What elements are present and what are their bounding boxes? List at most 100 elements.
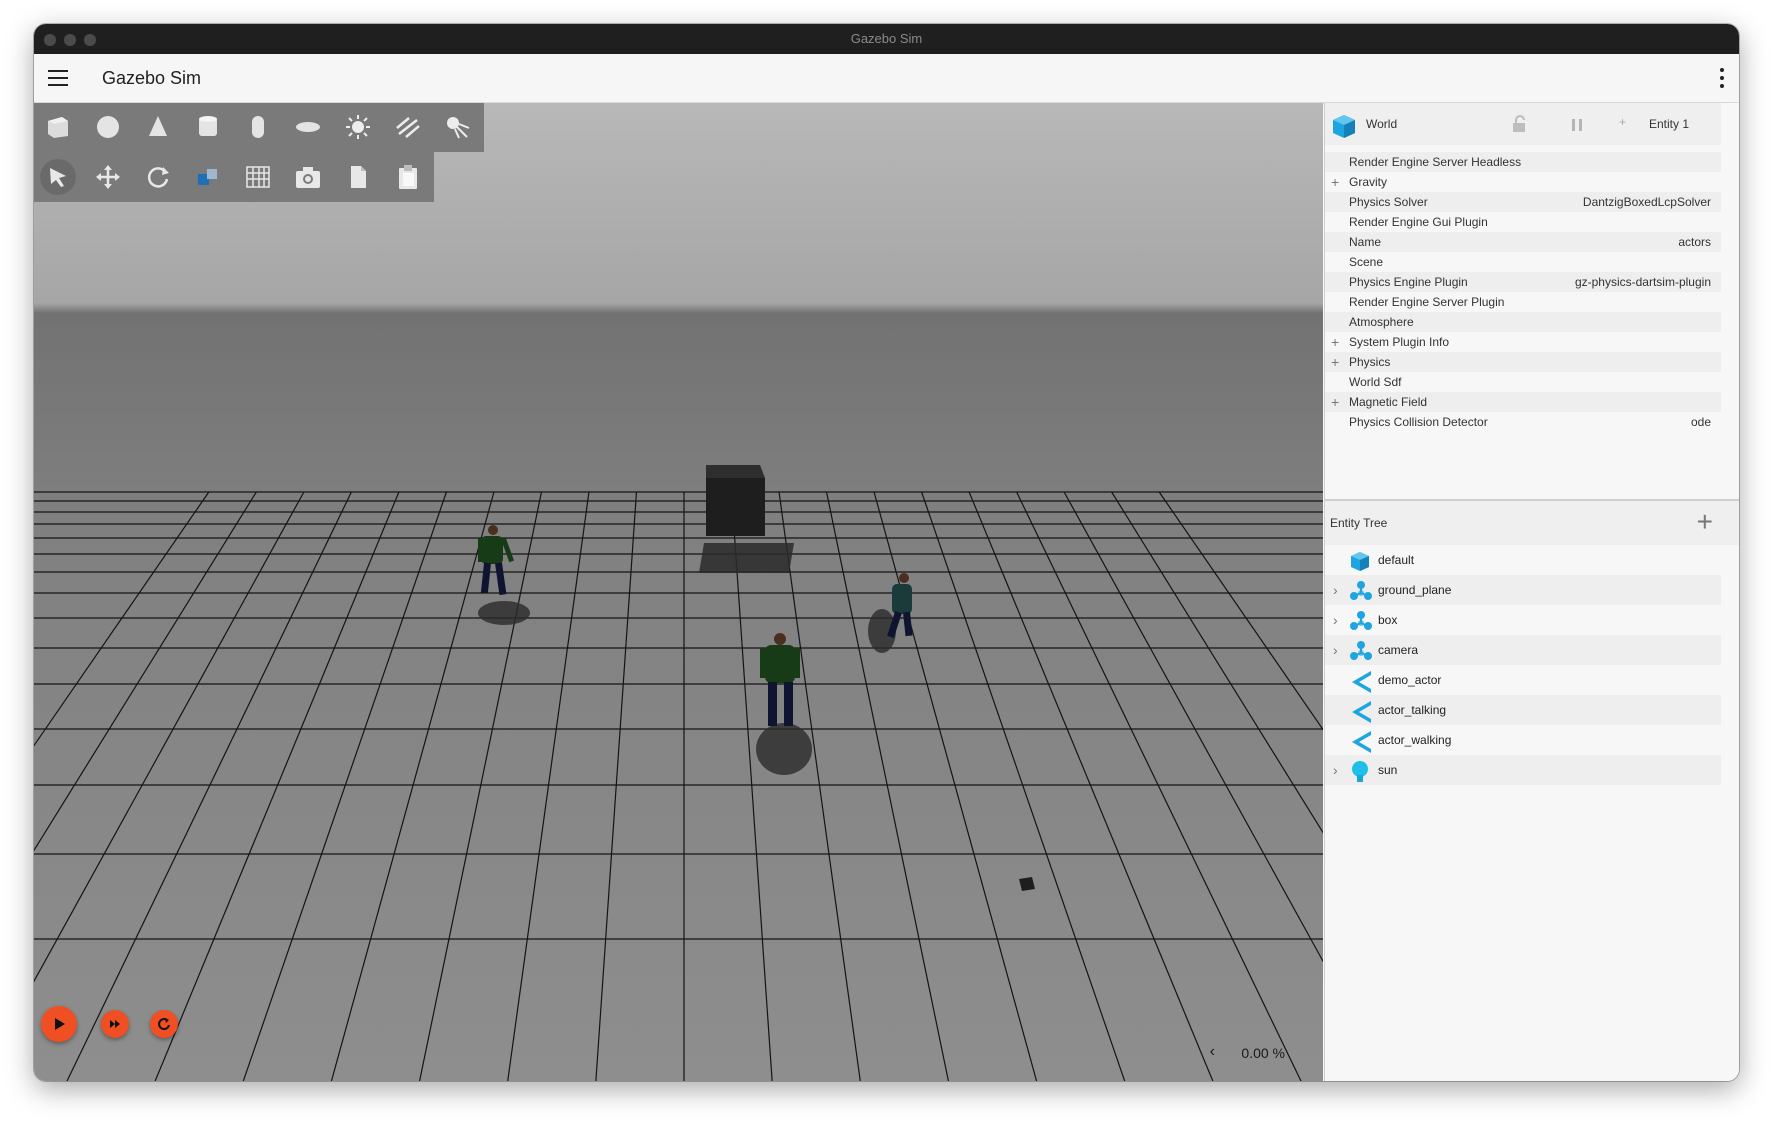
box-icon[interactable] [40, 109, 76, 145]
component-properties-list: Render Engine Server Headless + Gravity Phy… [1325, 152, 1721, 432]
inspector-entity-id: Entity 1 [1649, 117, 1690, 131]
property-row[interactable]: + System Plugin Info [1325, 332, 1721, 352]
reset-icon[interactable] [150, 1010, 178, 1038]
entity-tree-label: box [1378, 613, 1398, 627]
property-name: Render Engine Server Plugin [1349, 295, 1505, 309]
property-name: Physics Engine Plugin [1349, 275, 1468, 289]
entity-tree-label: sun [1378, 763, 1398, 777]
window-title: Gazebo Sim [850, 31, 923, 46]
capsule-icon[interactable] [240, 109, 276, 145]
property-row: Render Engine Gui Plugin [1325, 212, 1721, 232]
entity-tree-title: Entity Tree [1330, 516, 1388, 530]
expand-plus-icon[interactable]: + [1331, 394, 1339, 410]
property-name: Scene [1349, 255, 1384, 269]
lock-icon[interactable] [1511, 115, 1527, 133]
property-row[interactable]: + Gravity [1325, 172, 1721, 192]
entity-tree-node[interactable]: actor_talking [1325, 695, 1721, 725]
actor-model[interactable] [887, 573, 913, 638]
property-row[interactable]: + Magnetic Field [1325, 392, 1721, 412]
expand-plus-icon[interactable]: + [1331, 334, 1339, 350]
cylinder-icon[interactable] [190, 109, 226, 145]
shapes-toolbar [34, 103, 484, 152]
entity-tree-header: Entity Tree + [1325, 501, 1739, 545]
transform-toolbar [34, 152, 434, 202]
entity-tree-label: camera [1378, 643, 1419, 657]
component-inspector-header: World + Entity 1 [1325, 103, 1721, 145]
property-row: Physics Collision Detector ode [1325, 412, 1721, 432]
chevron-right-icon[interactable]: › [1333, 612, 1343, 628]
model-icon [1349, 640, 1373, 665]
entity-tree-node[interactable]: › box [1325, 605, 1721, 635]
cone-icon[interactable] [140, 109, 176, 145]
paste-icon[interactable] [390, 159, 426, 195]
directional-light-icon[interactable] [390, 109, 426, 145]
entity-tree-node[interactable]: default [1325, 545, 1721, 575]
property-value: DantzigBoxedLcpSolver [1582, 195, 1711, 209]
align-icon[interactable] [190, 159, 226, 195]
property-name: Render Engine Server Headless [1349, 155, 1522, 169]
entity-tree-node[interactable]: › camera [1325, 635, 1721, 665]
entity-tree-node[interactable]: › sun [1325, 755, 1721, 785]
translate-icon[interactable] [90, 159, 126, 195]
more-vertical-icon[interactable] [1719, 67, 1725, 89]
property-name: Physics Solver [1349, 195, 1428, 209]
hamburger-menu-icon[interactable] [48, 69, 68, 87]
property-row: Physics Solver DantzigBoxedLcpSolver [1325, 192, 1721, 212]
actor-icon [1349, 730, 1373, 757]
light-icon [1349, 760, 1371, 787]
entity-tree-node[interactable]: › ground_plane [1325, 575, 1721, 605]
property-row: Atmosphere [1325, 312, 1721, 332]
rotate-icon[interactable] [140, 159, 176, 195]
property-name: Render Engine Gui Plugin [1349, 215, 1488, 229]
property-row: World Sdf [1325, 372, 1721, 392]
chevron-right-icon[interactable]: › [1333, 642, 1343, 658]
screenshot-icon[interactable] [290, 159, 326, 195]
model-icon [1349, 610, 1373, 635]
entity-tree-node[interactable]: demo_actor [1325, 665, 1721, 695]
select-icon[interactable] [40, 159, 76, 195]
property-name: Name [1349, 235, 1382, 249]
property-value: actors [1678, 235, 1711, 249]
scene-3d-viewport[interactable]: ‹ 0.00 % [34, 103, 1323, 1081]
property-row: Scene [1325, 252, 1721, 272]
entity-tree-label: ground_plane [1378, 583, 1452, 597]
world-icon [1349, 550, 1371, 575]
spot-light-icon[interactable] [440, 109, 476, 145]
right-side-panel: World + Entity 1 Render Engine Server He… [1324, 103, 1739, 1081]
add-component-icon[interactable]: + [1619, 115, 1626, 129]
world-icon [1333, 115, 1355, 138]
window-titlebar: Gazebo Sim [34, 24, 1739, 54]
pause-icon[interactable] [1570, 118, 1584, 132]
chevron-right-icon[interactable]: › [1333, 762, 1343, 778]
copy-icon[interactable] [340, 159, 376, 195]
box-model[interactable] [706, 465, 765, 536]
chevron-right-icon[interactable]: › [1333, 582, 1343, 598]
actor-model[interactable] [478, 525, 515, 596]
sphere-icon[interactable] [90, 109, 126, 145]
property-row: Name actors [1325, 232, 1721, 252]
property-row: Physics Engine Plugin gz-physics-dartsim-… [1325, 272, 1721, 292]
property-name: Atmosphere [1349, 315, 1414, 329]
ellipsoid-icon[interactable] [290, 109, 326, 145]
add-entity-icon[interactable]: + [1697, 507, 1713, 537]
step-forward-icon[interactable] [101, 1010, 129, 1038]
play-icon[interactable] [41, 1006, 77, 1042]
point-light-icon[interactable] [340, 109, 376, 145]
property-row[interactable]: + Physics [1325, 352, 1721, 372]
actor-icon [1349, 670, 1373, 697]
entity-tree-node[interactable]: actor_walking [1325, 725, 1721, 755]
expand-plus-icon[interactable]: + [1331, 174, 1339, 190]
property-name: Physics [1349, 355, 1391, 369]
model-icon [1349, 580, 1373, 605]
expand-plus-icon[interactable]: + [1331, 354, 1339, 370]
grid-snap-icon[interactable] [240, 159, 276, 195]
entity-tree-label: actor_walking [1378, 733, 1452, 747]
app-window: Gazebo Sim Gazebo Sim ‹ 0.00 % World + E… [34, 24, 1739, 1081]
property-name: System Plugin Info [1349, 335, 1450, 349]
stats-collapse-arrow[interactable]: ‹ [1210, 1043, 1215, 1061]
actor-model[interactable] [760, 633, 800, 726]
scene-render [34, 465, 1323, 1081]
entity-tree-label: default [1378, 553, 1415, 567]
app-title: Gazebo Sim [102, 68, 202, 88]
property-value: gz-physics-dartsim-plugin [1574, 275, 1711, 289]
